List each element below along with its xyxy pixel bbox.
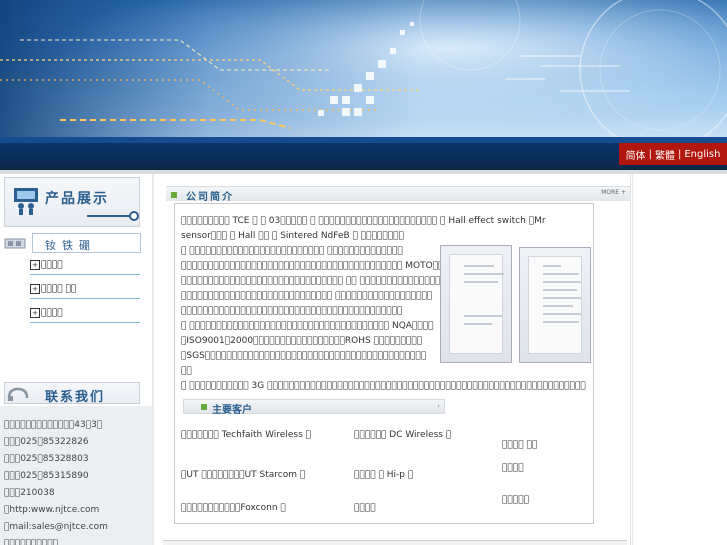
more-link[interactable]: MORE + <box>601 189 626 196</box>
intro-text-line:                                         … <box>181 291 433 301</box>
intro-text-line:                                         … <box>181 306 403 316</box>
certificate-image[interactable] <box>519 247 591 363</box>
chevron-right-icon: › <box>437 402 440 410</box>
intro-text-line:           TCE     03                    … <box>181 216 546 226</box>
client-item:         <box>502 440 538 450</box>
category-item[interactable]: +      <box>30 257 140 275</box>
item-box-icon: + <box>30 308 40 318</box>
lang-english-link[interactable]: English <box>684 149 720 160</box>
contact-panel-header: 联系我们 <box>4 382 140 405</box>
item-box-icon: + <box>30 284 40 294</box>
contact-email[interactable]:  mail:sales@njtce.com <box>4 522 108 532</box>
product-showcase-icon <box>14 188 38 215</box>
intro-text-line:                                         … <box>181 276 452 286</box>
contact-extra:            <box>4 539 59 545</box>
category-item[interactable]: +         <box>30 281 140 299</box>
products-panel-header: 产品展示 <box>4 177 140 227</box>
sidebar: 产品展示 钕铁硼 +      +         +      联系我们   … <box>0 174 153 545</box>
client-item:            Foxconn   <box>181 503 286 513</box>
category-item-label:      <box>41 260 63 270</box>
intro-text-line:  SGS                                    … <box>181 351 427 361</box>
category-item-label:         <box>41 284 77 294</box>
client-item:       <box>502 495 530 505</box>
target-icon <box>129 211 139 221</box>
item-box-icon: + <box>30 260 40 270</box>
intro-text-line:               3G                        … <box>181 381 586 391</box>
contact-title: 联系我们 <box>45 390 106 405</box>
banner-image <box>0 0 727 138</box>
category-header[interactable]: 钕铁硼 <box>4 233 141 253</box>
contact-info:              43 3     025 85322826    02… <box>0 406 153 545</box>
intro-text-line:    <box>181 366 192 376</box>
client-item:         Techfaith Wireless   <box>181 430 312 440</box>
client-item:      <box>502 463 524 473</box>
client-item:        DC Wireless   <box>354 430 452 440</box>
magnet-icon <box>4 238 26 249</box>
lang-simplified-link[interactable]: 简体 <box>626 147 646 162</box>
intro-text-line:  ISO9001 2000                 ROHS      … <box>181 336 423 346</box>
contact-phone:    025 85328803 <box>4 454 89 464</box>
intro-section-header: 公司简介 MORE + <box>166 186 630 203</box>
intro-text-line: sensor      Hall      Sintered NdFeB    … <box>181 231 404 241</box>
category-item-label:      <box>41 308 63 318</box>
intro-title: 公司简介 <box>186 192 234 203</box>
contact-address:              43 3  <box>4 420 103 430</box>
contact-phone:    025 85322826 <box>4 437 89 447</box>
bullet-square-icon <box>171 192 177 198</box>
clients-title: 主要客户 <box>212 405 252 416</box>
lang-separator: | <box>677 148 682 160</box>
category-title: 钕铁硼 <box>45 239 96 252</box>
client-item:        Hi-p   <box>354 470 414 480</box>
clients-section-header: 主要客户 › <box>183 399 445 416</box>
bullet-square-icon <box>201 404 207 410</box>
client-item:  UT         UT Starcom   <box>181 470 306 480</box>
phone-icon <box>7 387 29 401</box>
right-margin <box>632 174 727 545</box>
language-switcher: 简体 | 繁體 | English <box>619 143 727 165</box>
intro-text-line:                                         … <box>181 246 403 256</box>
products-title: 产品展示 <box>45 191 109 207</box>
lang-separator: | <box>648 148 652 160</box>
client-item:      <box>354 503 376 513</box>
contact-fax:    025 85315890 <box>4 471 89 481</box>
certificate-image[interactable] <box>440 245 512 363</box>
lang-traditional-link[interactable]: 繁體 <box>655 147 675 162</box>
category-item[interactable]: +      <box>30 305 140 323</box>
intro-text-line:                                         … <box>181 261 444 271</box>
footer-divider <box>163 540 627 545</box>
nav-bar <box>0 137 727 170</box>
intro-text-line:                                         … <box>181 321 434 331</box>
contact-postcode:    210038 <box>4 488 55 498</box>
contact-website[interactable]:  http:www.njtce.com <box>4 505 99 515</box>
